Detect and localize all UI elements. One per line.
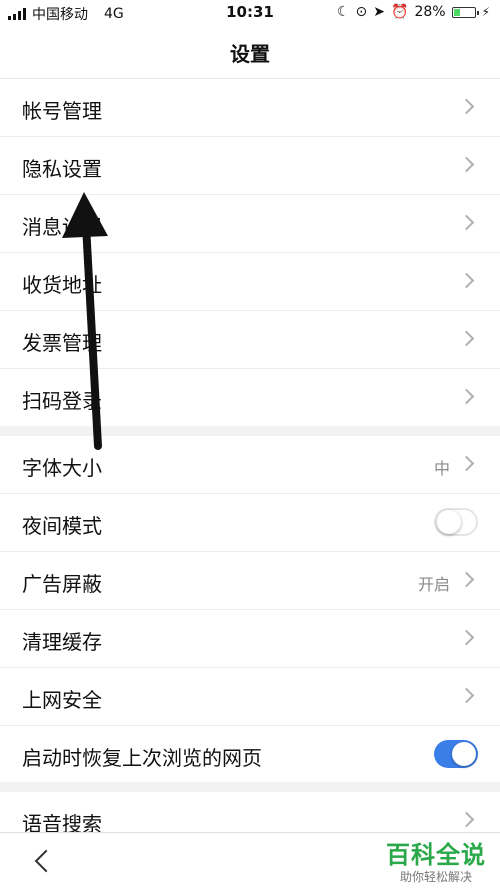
row-label: 字体大小	[22, 456, 102, 480]
chevron-right-icon	[458, 156, 475, 173]
row-invoice-management[interactable]: 发票管理	[0, 311, 500, 369]
row-account-management[interactable]: 帐号管理	[0, 79, 500, 137]
settings-group-display: 字体大小 中 夜间模式 广告屏蔽 开启 清理缓存 上网安全 启动时恢复上次浏览的…	[0, 436, 500, 783]
rotation-lock-icon: ⊙	[355, 4, 368, 20]
chevron-right-icon	[458, 330, 475, 347]
font-size-value: 中	[433, 459, 450, 478]
row-label: 隐私设置	[22, 157, 102, 181]
battery-percent: 28%	[414, 4, 446, 20]
night-mode-toggle[interactable]	[434, 508, 478, 536]
back-icon[interactable]	[34, 849, 58, 873]
battery-fill	[453, 8, 460, 16]
row-night-mode: 夜间模式	[0, 494, 500, 552]
row-label: 清理缓存	[22, 630, 102, 654]
chevron-right-icon	[458, 455, 475, 472]
row-message-settings[interactable]: 消息设置	[0, 195, 500, 253]
section-divider	[0, 426, 500, 436]
ad-block-value: 开启	[417, 575, 450, 594]
chevron-right-icon	[458, 811, 475, 828]
row-label: 上网安全	[22, 688, 102, 712]
status-right: ☾ ⊙ ➤ ⏰ 28% ⚡	[337, 4, 490, 20]
alarm-icon: ⏰	[391, 4, 409, 20]
watermark: 百科全说 助你轻松解决	[386, 835, 486, 885]
location-arrow-icon: ➤	[373, 4, 385, 20]
status-bar: 中国移动 4G 10:31 ☾ ⊙ ➤ ⏰ 28% ⚡	[0, 0, 500, 26]
navbar: 设置	[0, 26, 500, 79]
section-divider	[0, 782, 500, 792]
row-label: 扫码登录	[22, 389, 102, 413]
row-ad-block[interactable]: 广告屏蔽 开启	[0, 552, 500, 610]
moon-icon: ☾	[336, 4, 350, 20]
charging-bolt-icon: ⚡	[481, 5, 490, 19]
row-privacy-settings[interactable]: 隐私设置	[0, 137, 500, 195]
row-label: 广告屏蔽	[22, 572, 102, 596]
chevron-right-icon	[458, 388, 475, 405]
chevron-right-icon	[458, 214, 475, 231]
row-clear-cache[interactable]: 清理缓存	[0, 610, 500, 668]
bottom-toolbar: 百科全说 助你轻松解决	[0, 832, 500, 890]
page-title: 设置	[230, 42, 270, 66]
watermark-subtitle: 助你轻松解决	[399, 870, 472, 884]
row-label: 收货地址	[22, 273, 102, 297]
row-label: 消息设置	[22, 215, 102, 239]
row-restore-last-session: 启动时恢复上次浏览的网页	[0, 726, 500, 783]
row-shipping-address[interactable]: 收货地址	[0, 253, 500, 311]
row-web-security[interactable]: 上网安全	[0, 668, 500, 726]
chevron-right-icon	[458, 571, 475, 588]
battery-icon	[451, 6, 479, 18]
chevron-right-icon	[458, 687, 475, 704]
row-label: 夜间模式	[22, 514, 102, 538]
watermark-title: 百科全说	[386, 841, 486, 869]
row-scan-login[interactable]: 扫码登录	[0, 369, 500, 426]
settings-group-account: 帐号管理 隐私设置 消息设置 收货地址 发票管理 扫码登录	[0, 79, 500, 426]
row-label: 帐号管理	[22, 99, 102, 123]
row-label: 发票管理	[22, 331, 102, 355]
restore-session-toggle[interactable]	[434, 740, 478, 768]
row-font-size[interactable]: 字体大小 中	[0, 436, 500, 494]
chevron-right-icon	[458, 98, 475, 115]
chevron-right-icon	[458, 629, 475, 646]
row-label: 启动时恢复上次浏览的网页	[22, 746, 262, 770]
chevron-right-icon	[458, 272, 475, 289]
